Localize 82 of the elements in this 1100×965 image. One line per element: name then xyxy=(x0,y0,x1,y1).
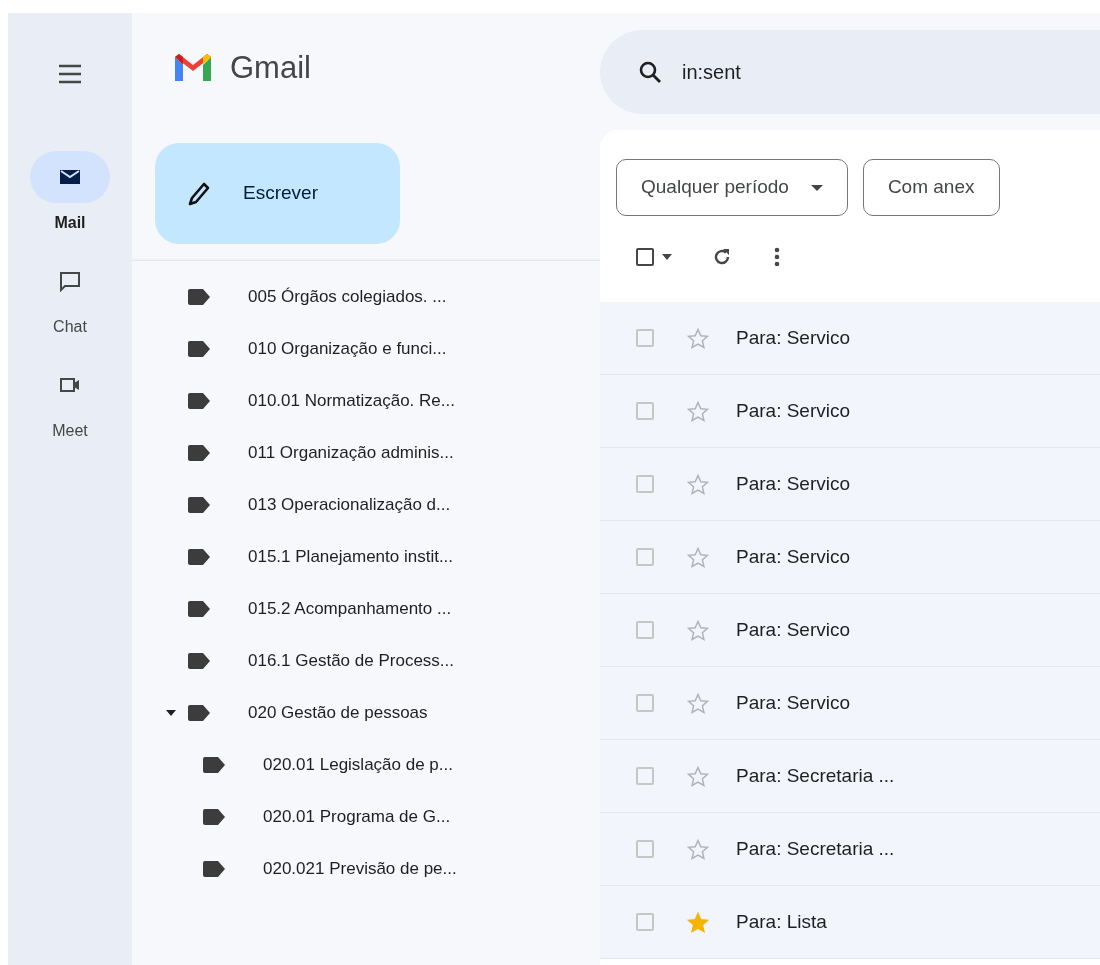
star-icon[interactable] xyxy=(687,400,709,422)
label-icon xyxy=(188,393,210,409)
email-row[interactable]: Para: Servico xyxy=(600,667,1100,740)
recipient-text: Para: Servico xyxy=(736,617,851,642)
label-item[interactable]: 015.2 Acompanhamento ... xyxy=(132,583,600,635)
label-icon xyxy=(203,861,225,877)
star-icon[interactable] xyxy=(687,911,709,933)
recipient-text: Para: Servico xyxy=(736,325,851,350)
star-icon[interactable] xyxy=(687,473,709,495)
camera-icon xyxy=(59,376,81,394)
checkbox[interactable] xyxy=(636,402,654,420)
email-row[interactable]: Para: Servico xyxy=(600,521,1100,594)
label-item[interactable]: 005 Órgãos colegiados. ... xyxy=(132,271,600,323)
recipient-text: Para: Secretaria ... xyxy=(736,836,895,861)
label-item[interactable]: 016.1 Gestão de Process... xyxy=(132,635,600,687)
recipient-text: Para: Servico xyxy=(736,544,851,569)
email-row[interactable]: Para: Servico xyxy=(600,375,1100,448)
label-item[interactable]: 011 Organização adminis... xyxy=(132,427,600,479)
checkbox[interactable] xyxy=(636,621,654,639)
search-field[interactable]: in:sent xyxy=(600,30,1100,114)
label-icon xyxy=(203,809,225,825)
star-icon[interactable] xyxy=(687,765,709,787)
more-icon[interactable] xyxy=(774,246,780,268)
star-icon[interactable] xyxy=(687,546,709,568)
email-row[interactable]: Para: Servico xyxy=(600,594,1100,667)
search-icon xyxy=(638,60,662,84)
label-icon xyxy=(188,341,210,357)
checkbox[interactable] xyxy=(636,475,654,493)
label-icon xyxy=(188,653,210,669)
email-row[interactable]: Para: Servico xyxy=(600,448,1100,521)
filter-chip[interactable]: Com anex xyxy=(862,159,1000,216)
mail-icon xyxy=(59,168,81,186)
label-icon xyxy=(188,445,210,461)
refresh-icon[interactable] xyxy=(712,247,732,267)
label-icon xyxy=(188,705,210,721)
label-item[interactable]: 013 Operacionalização d... xyxy=(132,479,600,531)
label-item[interactable]: 020.01 Legislação de p... xyxy=(132,739,600,791)
star-icon[interactable] xyxy=(687,692,709,714)
checkbox[interactable] xyxy=(636,767,654,785)
rail-label: Meet xyxy=(52,421,88,441)
logo-icon xyxy=(174,53,212,83)
recipient-text: Para: Servico xyxy=(736,398,851,423)
email-row[interactable]: Para: Lista xyxy=(600,886,1100,959)
pencil-icon xyxy=(187,180,211,207)
rail-label: Mail xyxy=(54,213,86,233)
caret-icon xyxy=(810,184,823,191)
menu-icon[interactable] xyxy=(57,63,83,85)
label-item[interactable]: 015.1 Planejamento instit... xyxy=(132,531,600,583)
label-item[interactable]: 020.01 Programa de G... xyxy=(132,791,600,843)
label-icon xyxy=(188,289,210,305)
star-icon[interactable] xyxy=(687,619,709,641)
app-name: Gmail xyxy=(230,48,311,87)
recipient-text: Para: Servico xyxy=(736,471,851,496)
label-icon xyxy=(188,549,210,565)
select-all-checkbox[interactable] xyxy=(636,248,654,266)
checkbox[interactable] xyxy=(636,694,654,712)
star-icon[interactable] xyxy=(687,327,709,349)
label-icon xyxy=(203,757,225,773)
filter-chip[interactable]: Qualquer período xyxy=(616,159,848,216)
email-row[interactable]: Para: Secretaria ... xyxy=(600,813,1100,886)
expand-caret-icon[interactable] xyxy=(166,710,176,716)
label-item[interactable]: 010 Organização e funci... xyxy=(132,323,600,375)
rail-label: Chat xyxy=(53,317,87,337)
chat-icon xyxy=(59,270,81,292)
caret-icon[interactable] xyxy=(662,254,672,260)
checkbox[interactable] xyxy=(636,548,654,566)
checkbox[interactable] xyxy=(636,840,654,858)
checkbox[interactable] xyxy=(636,913,654,931)
email-row[interactable]: Para: Servico xyxy=(600,302,1100,375)
star-icon[interactable] xyxy=(687,838,709,860)
recipient-text: Para: Lista xyxy=(736,909,827,934)
email-row[interactable]: Para: Secretaria ... xyxy=(600,740,1100,813)
label-item[interactable]: 010.01 Normatização. Re... xyxy=(132,375,600,427)
rail-button[interactable] xyxy=(30,151,110,203)
label-icon xyxy=(188,497,210,513)
label-icon xyxy=(188,601,210,617)
recipient-text: Para: Servico xyxy=(736,690,851,715)
label-item[interactable]: 020 Gestão de pessoas xyxy=(132,687,600,739)
recipient-text: Para: Secretaria ... xyxy=(736,763,895,788)
checkbox[interactable] xyxy=(636,329,654,347)
label-item[interactable]: 020.021 Previsão de pe... xyxy=(132,843,600,895)
compose-button[interactable]: Escrever xyxy=(155,143,400,244)
